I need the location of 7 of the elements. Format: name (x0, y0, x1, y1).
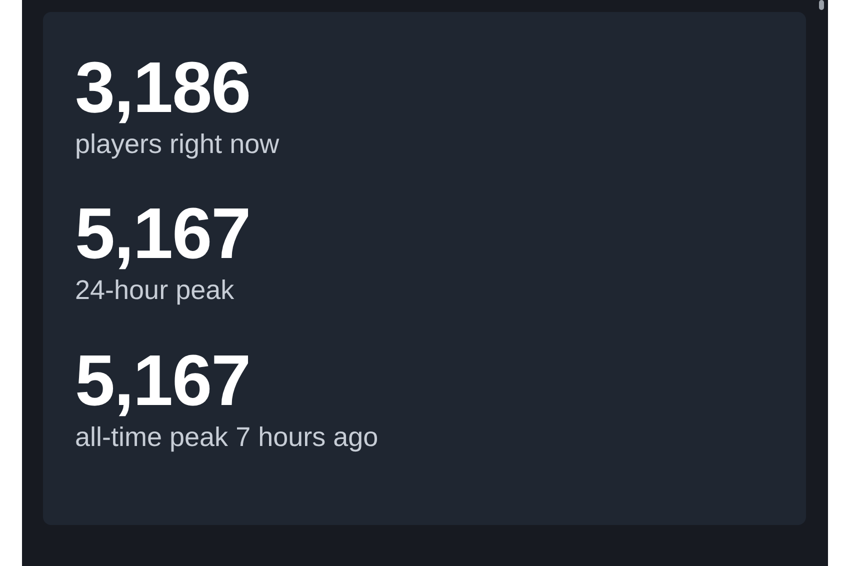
stat-label: all-time peak 7 hours ago (75, 420, 378, 454)
stat-value: 3,186 (75, 52, 250, 124)
stat-value: 5,167 (75, 198, 250, 270)
stat-value: 5,167 (75, 344, 250, 417)
stat-label: 24-hour peak (75, 274, 234, 307)
scrollbar-thumb[interactable] (819, 0, 824, 10)
stat-label: players right now (75, 128, 280, 160)
